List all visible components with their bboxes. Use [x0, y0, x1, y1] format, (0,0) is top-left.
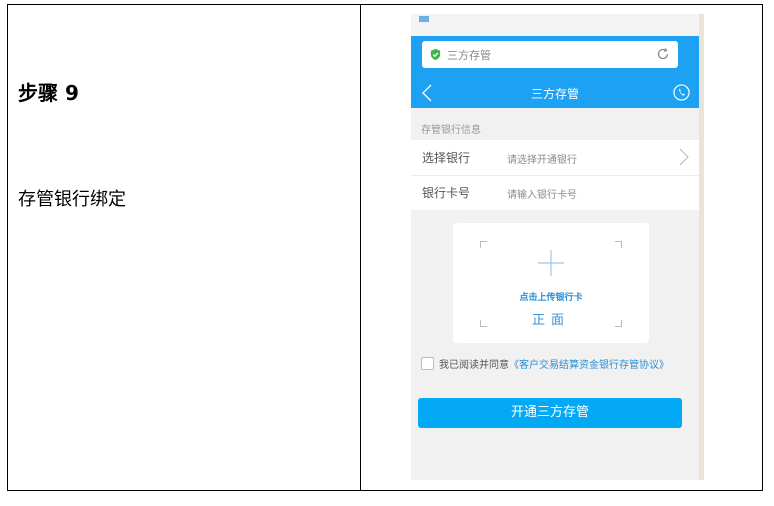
select-bank-row[interactable]: 选择银行 请选择开通银行: [411, 140, 699, 176]
card-upload-box[interactable]: 点击上传银行卡 正面: [453, 223, 649, 343]
agreement-row: 我已阅读并同意《客户交易结算资金银行存管协议》: [421, 356, 699, 372]
address-text: 三方存管: [447, 49, 491, 62]
shield-icon: [430, 48, 441, 61]
agreement-text: 我已阅读并同意《客户交易结算资金银行存管协议》: [439, 356, 669, 371]
screenshot-edge: [699, 14, 704, 480]
card-side-label: 正面: [531, 313, 570, 328]
step-title: 步骤 9: [18, 81, 79, 105]
card-number-row: 银行卡号 请输入银行卡号: [411, 175, 699, 210]
reload-icon[interactable]: [655, 46, 671, 62]
status-bar: [411, 14, 699, 36]
bank-label: 选择银行: [422, 151, 471, 165]
agreement-link[interactable]: 《客户交易结算资金银行存管协议》: [509, 360, 669, 371]
nav-title: 三方存管: [530, 87, 579, 101]
plus-icon: [538, 250, 564, 276]
chevron-right-icon: [679, 148, 689, 166]
agreement-checkbox[interactable]: [421, 357, 434, 370]
bank-form: 选择银行 请选择开通银行 银行卡号 请输入银行卡号: [411, 140, 699, 210]
card-number-input[interactable]: 请输入银行卡号: [507, 186, 577, 201]
browser-header: 三方存管 三方存管: [411, 36, 699, 108]
step-description: 存管银行绑定: [18, 189, 126, 210]
open-account-button[interactable]: 开通三方存管: [418, 398, 682, 428]
bank-select[interactable]: 请选择开通银行: [507, 151, 577, 166]
address-bar[interactable]: 三方存管: [422, 41, 678, 68]
phone-screenshot: 三方存管 三方存管 存管银行信息 选择银行 请选择开通银行 银行卡号 请输入银行…: [411, 14, 704, 480]
agreement-prefix: 我已阅读并同意: [439, 360, 509, 371]
upload-hint: 点击上传银行卡: [519, 293, 583, 303]
phone-call-icon[interactable]: [673, 84, 690, 101]
frame-corner: [615, 241, 622, 248]
card-label: 银行卡号: [422, 186, 471, 200]
table-divider: [360, 5, 361, 490]
status-icon: [419, 16, 429, 22]
section-label: 存管银行信息: [421, 125, 481, 136]
frame-corner: [480, 241, 487, 248]
